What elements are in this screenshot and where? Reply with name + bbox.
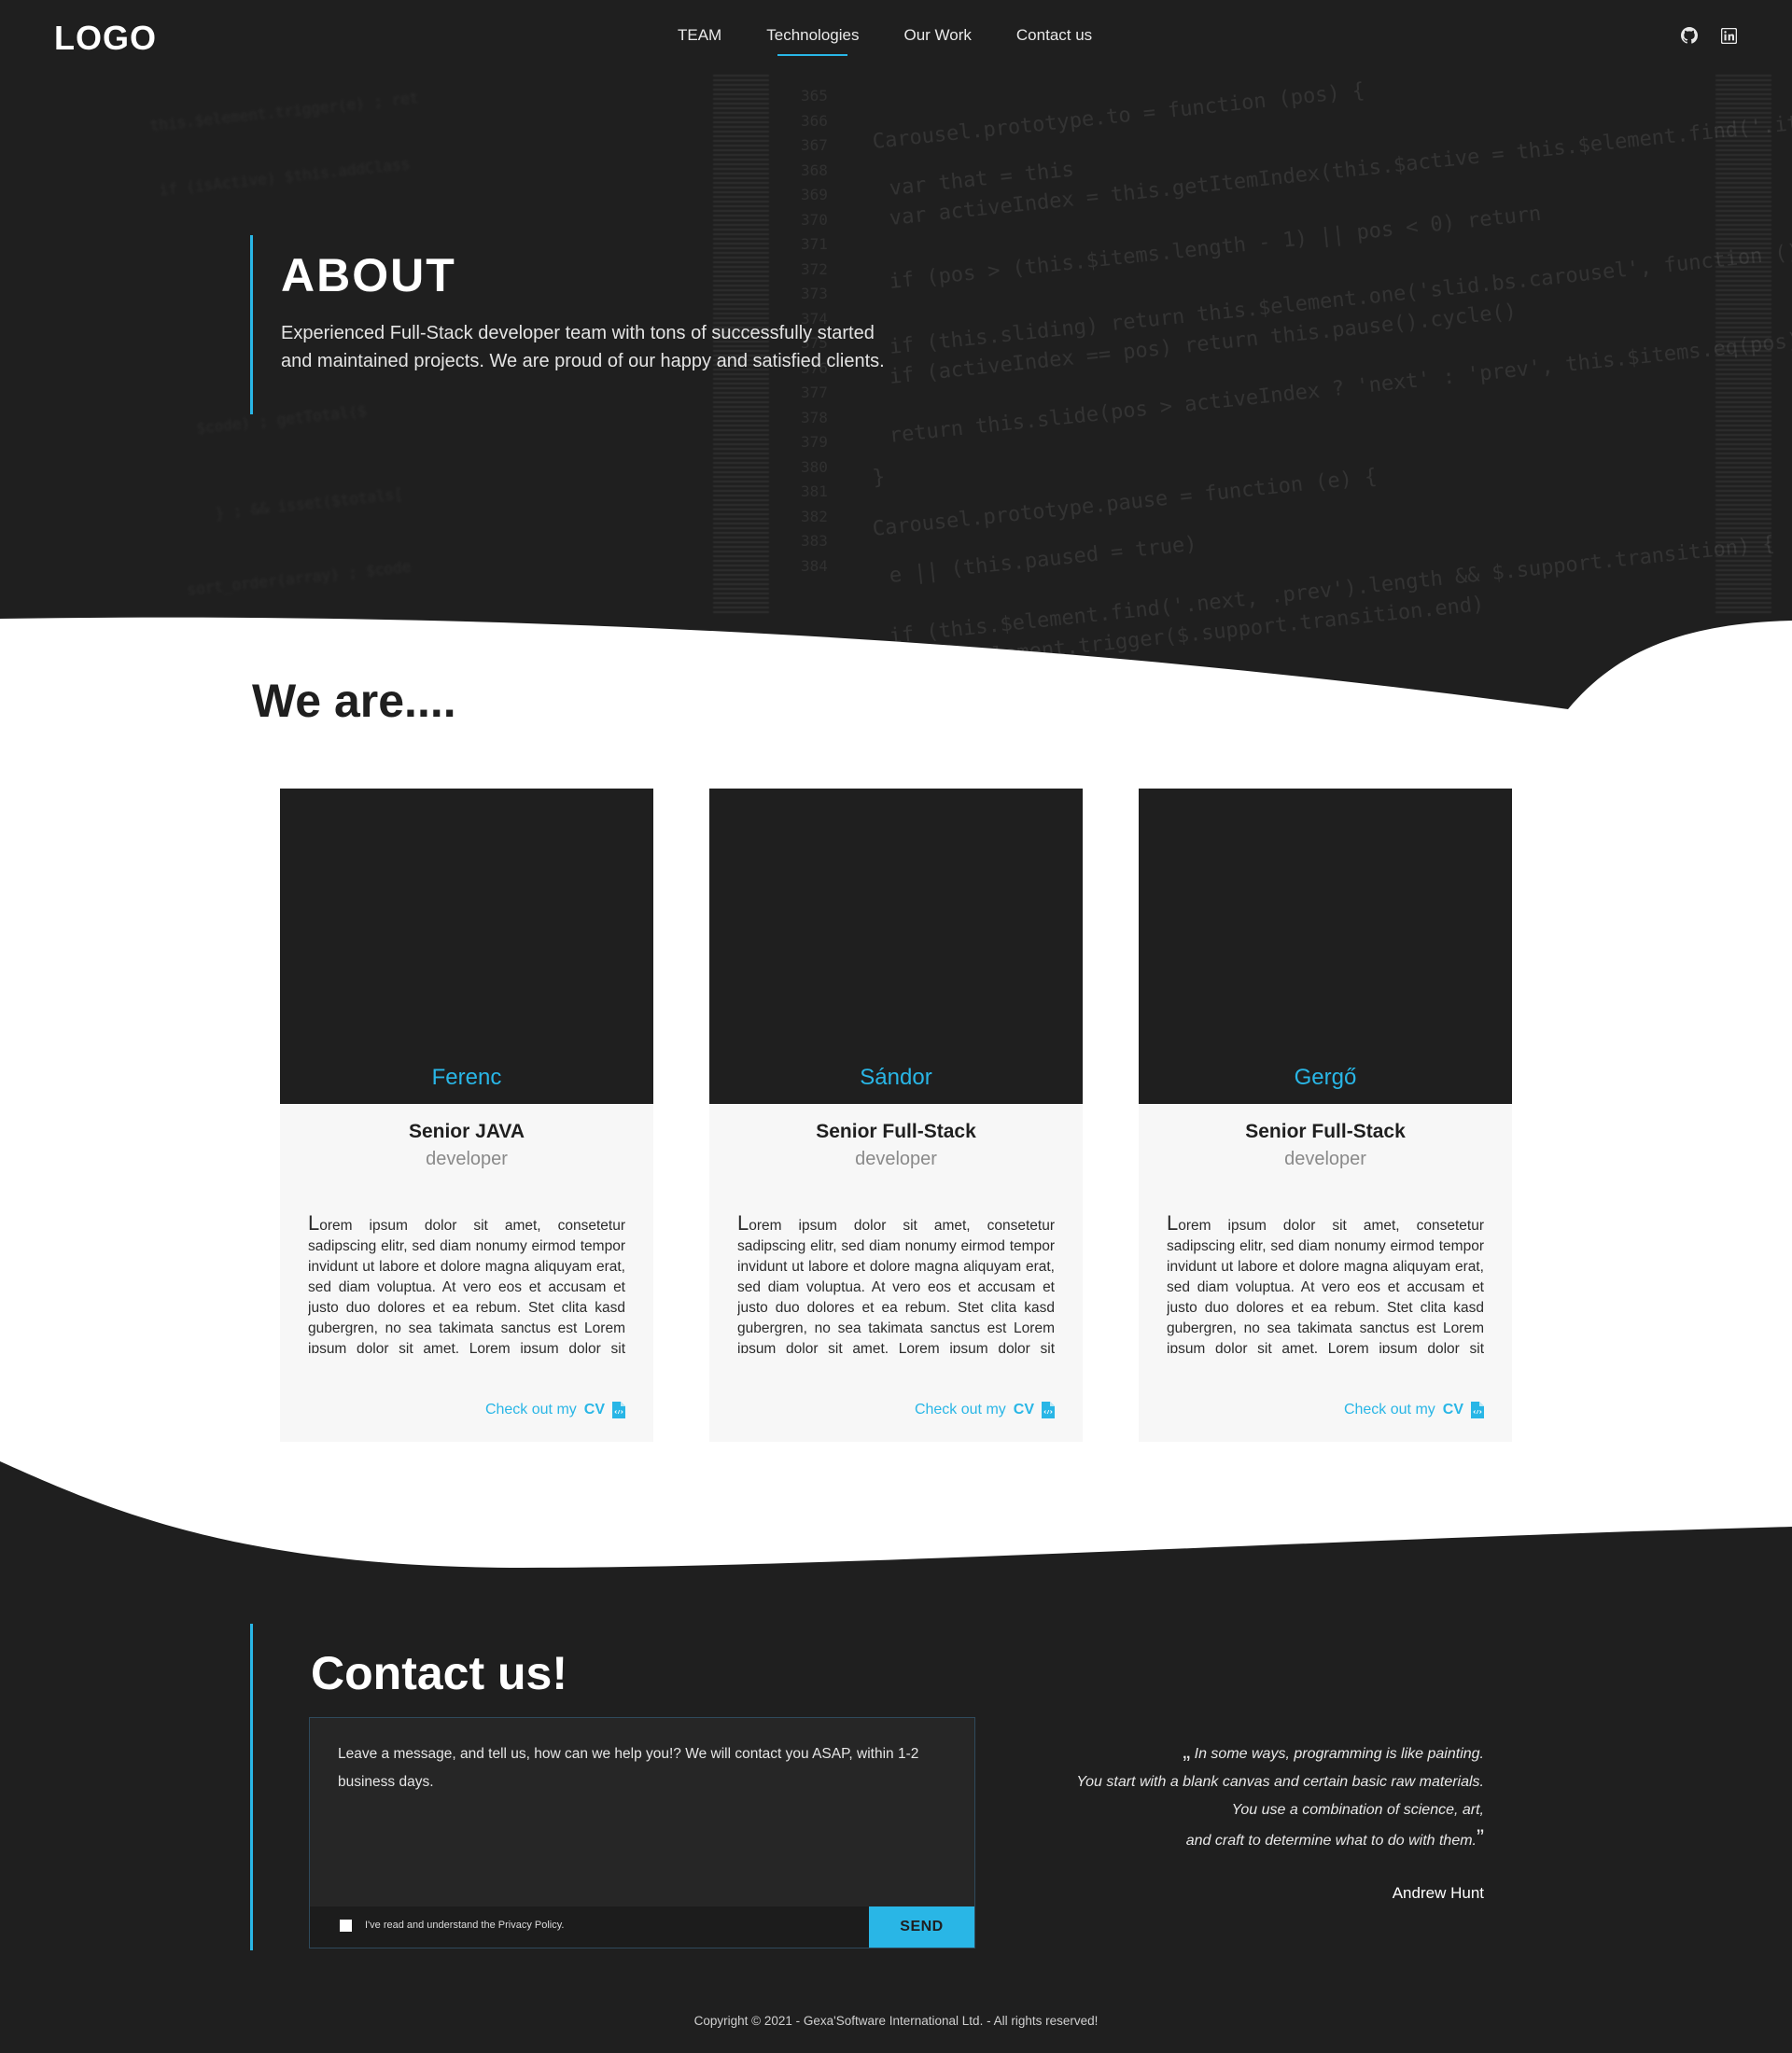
member-photo: Sándor — [709, 789, 1083, 1104]
team-card: Sándor Senior Full-Stack developer Lorem… — [709, 789, 1083, 1442]
member-name: Sándor — [860, 1065, 932, 1090]
linkedin-icon[interactable] — [1719, 26, 1738, 45]
nav-our-work[interactable]: Our Work — [903, 26, 971, 52]
member-role: Senior Full-Stack — [816, 1121, 976, 1142]
cv-link[interactable]: Check out my CV — [1344, 1402, 1484, 1418]
about-text: Experienced Full-Stack developer team wi… — [281, 323, 885, 371]
member-role: Senior Full-Stack — [1245, 1121, 1406, 1142]
privacy-checkbox[interactable] — [340, 1920, 352, 1932]
nav-team[interactable]: TEAM — [678, 26, 721, 52]
cv-link-prefix: Check out my — [1343, 1402, 1435, 1418]
member-role-sub: developer — [855, 1149, 937, 1169]
member-role: Senior JAVA — [408, 1121, 525, 1142]
quote-line-3: You use a combination of science, art, — [1231, 1802, 1484, 1818]
cv-link[interactable]: Check out my CV — [485, 1402, 625, 1418]
blurred-code-line: sort_order(array) ; $code — [186, 557, 413, 599]
code-line-number: 370 — [801, 210, 828, 229]
member-description: Lorem ipsum dolor sit amet, consetetur s… — [737, 1213, 1055, 1353]
team-section-title: We are.... — [252, 675, 456, 727]
quote-author: Andrew Hunt — [1392, 1884, 1484, 1902]
copyright: Copyright © 2021 - Gexa'Software Interna… — [693, 2014, 1099, 2028]
quote-text-1: In some ways, programming is like painti… — [1194, 1746, 1484, 1762]
social-links — [1680, 26, 1738, 45]
member-description: Lorem ipsum dolor sit amet, consetetur s… — [1167, 1213, 1484, 1353]
code-line-number: 382 — [801, 507, 828, 525]
code-line: Carousel.prototype.to = function (pos) { — [871, 78, 1366, 154]
quote-text-4: and craft to determine what to do with t… — [1185, 1833, 1477, 1849]
nav-contact-us[interactable]: Contact us — [1016, 26, 1092, 52]
contact-block: Contact us! Leave a message, and tell us… — [250, 1624, 978, 1950]
cv-link[interactable]: Check out my CV — [915, 1402, 1055, 1418]
member-name: Ferenc — [431, 1065, 502, 1090]
member-photo: Ferenc — [280, 789, 653, 1104]
cv-link-bold: CV — [1013, 1402, 1034, 1418]
github-icon[interactable] — [1680, 26, 1699, 45]
main-nav: TEAM Technologies Our Work Contact us — [678, 26, 1092, 56]
hero-section: 365 366 367 368 369 370 371 372 373 374 375 376 377 3… — [0, 0, 1792, 728]
cv-link-prefix: Check out my — [914, 1402, 1006, 1418]
code-line-number: 369 — [801, 186, 828, 203]
code-line: } — [871, 465, 887, 490]
logo[interactable]: LOGO — [54, 19, 157, 58]
message-textarea[interactable]: Leave a message, and tell us, how can we… — [310, 1718, 974, 1905]
quote-block: „ In some ways, programming is like pain… — [999, 1738, 1484, 1902]
code-line-number: 384 — [801, 556, 828, 575]
contact-title: Contact us! — [311, 1647, 567, 1699]
member-description: Lorem ipsum dolor sit amet, consetetur s… — [308, 1213, 625, 1353]
about-title: ABOUT — [281, 249, 456, 301]
code-line-number: 380 — [801, 457, 828, 476]
quote-line-4: and craft to determine what to do with t… — [999, 1824, 1484, 1855]
code-line-number: 366 — [801, 111, 828, 130]
code-line-number: 379 — [801, 433, 828, 451]
blurred-code-line: } ; && isset($totals[ — [214, 484, 404, 523]
contact-form: Leave a message, and tell us, how can we… — [309, 1717, 975, 1948]
about-block: ABOUT Experienced Full-Stack developer t… — [250, 235, 885, 414]
team-card: Ferenc Senior JAVA developer Lorem ipsum… — [280, 789, 653, 1442]
member-photo: Gergő — [1139, 789, 1512, 1104]
team-cards: Ferenc Senior JAVA developer Lorem ipsum… — [280, 789, 1512, 1442]
cv-link-bold: CV — [583, 1402, 605, 1418]
code-line-number: 368 — [801, 161, 828, 179]
privacy-label: I've read and understand the Privacy Pol… — [365, 1920, 565, 1931]
quote-open-mark: „ — [1183, 1739, 1191, 1764]
quote-line-1: „ In some ways, programming is like pain… — [999, 1738, 1484, 1768]
blurred-code-line: if (isActive) $this.addClass — [158, 154, 411, 200]
code-line-number: 381 — [801, 482, 828, 500]
blurred-code-line: this.$element.trigger(e) ; ret — [148, 88, 420, 135]
code-line: return this.slide(pos > activeIndex ? 'n… — [888, 328, 1792, 448]
nav-technologies[interactable]: Technologies — [766, 26, 859, 56]
cv-link-bold: CV — [1442, 1402, 1463, 1418]
code-file-icon — [1471, 1402, 1484, 1418]
cv-link-prefix: Check out my — [484, 1402, 577, 1418]
code-line-number: 365 — [801, 87, 828, 105]
code-line-number: 367 — [801, 136, 828, 154]
member-name: Gergő — [1294, 1065, 1357, 1090]
code-line: e || (this.paused = true) — [888, 532, 1198, 588]
team-card: Gergő Senior Full-Stack developer Lorem … — [1139, 789, 1512, 1442]
site-header: LOGO TEAM Technologies Our Work Contact … — [0, 0, 1792, 75]
quote-line-2: You start with a blank canvas and certai… — [1076, 1774, 1484, 1790]
send-button[interactable]: SEND — [869, 1906, 974, 1948]
code-line-number: 383 — [801, 532, 828, 550]
code-file-icon — [612, 1402, 625, 1418]
code-file-icon — [1042, 1402, 1055, 1418]
member-role-sub: developer — [1284, 1149, 1366, 1169]
quote-close-mark: ” — [1477, 1825, 1484, 1850]
code-line: Carousel.prototype.pause = function (e) … — [871, 465, 1379, 541]
member-role-sub: developer — [426, 1149, 508, 1169]
